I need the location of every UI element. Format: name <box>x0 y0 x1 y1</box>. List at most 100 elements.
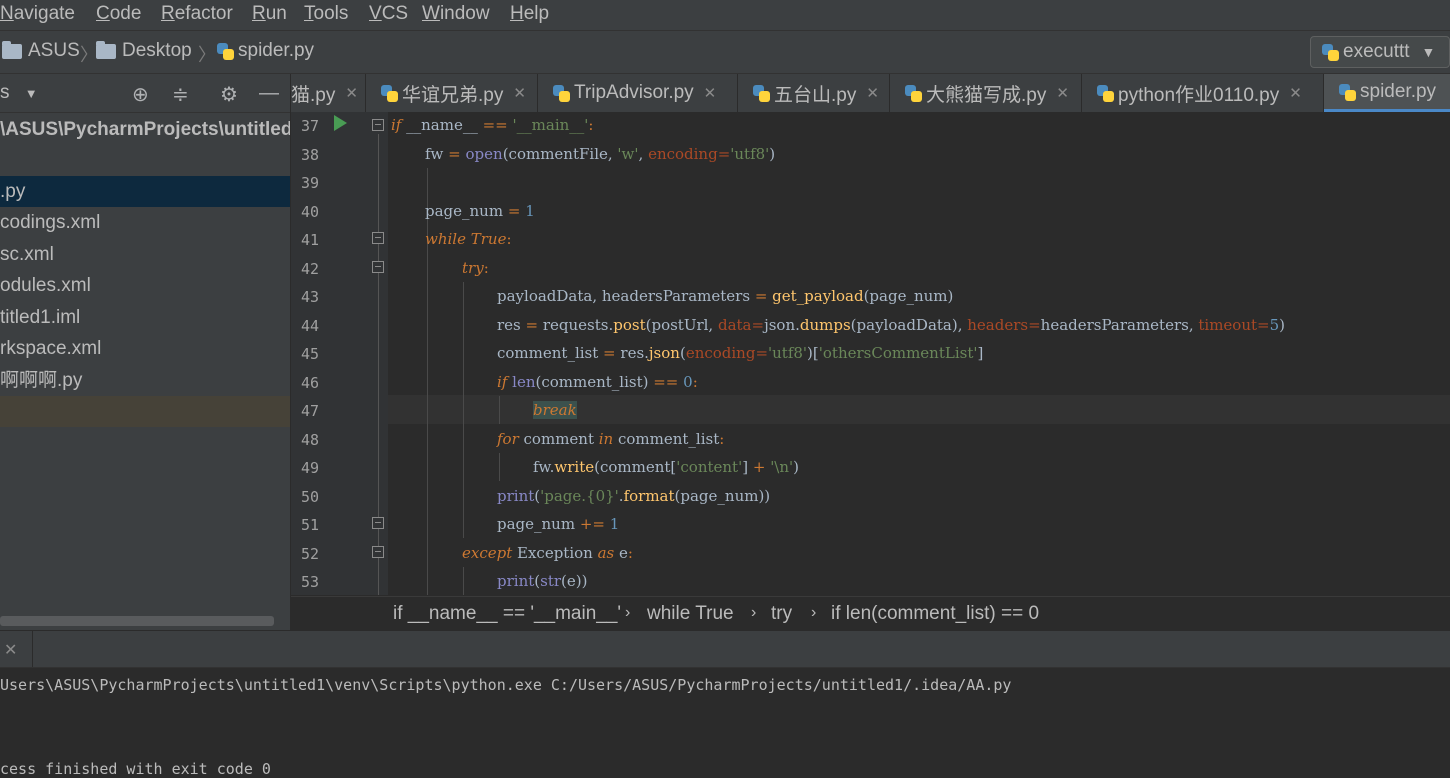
menu-tools[interactable]: Tools <box>304 3 348 25</box>
line-number: 53 <box>300 573 319 591</box>
breadcrumb-item[interactable]: try <box>771 603 792 625</box>
menu-bar: Navigate Code Refactor Run Tools VCS Win… <box>0 0 1450 31</box>
horizontal-scrollbar[interactable] <box>0 616 274 626</box>
code-line: payloadData, headersParameters = get_pay… <box>497 287 954 305</box>
nav-crumb-asus[interactable]: ASUS <box>2 40 80 62</box>
code-line: page_num = 1 <box>425 202 535 220</box>
close-icon[interactable]: ✕ <box>1289 84 1302 102</box>
code-line: for comment in comment_list: <box>497 430 725 448</box>
folder-icon <box>96 40 116 59</box>
indent-guide <box>463 567 464 595</box>
menu-vcs[interactable]: VCS <box>369 3 408 25</box>
python-file-icon <box>216 42 234 60</box>
console-command-line: Users\ASUS\PycharmProjects\untitled1\ven… <box>0 676 1012 694</box>
project-view-selector[interactable]: s ▼ <box>0 82 38 104</box>
tab-label: 五台山.py <box>774 84 857 106</box>
console-exit-message: cess finished with exit code 0 <box>0 760 271 778</box>
menu-window[interactable]: Window <box>422 3 490 25</box>
line-number: 37 <box>300 117 319 135</box>
python-file-icon <box>552 84 570 102</box>
nav-crumb-desktop[interactable]: Desktop <box>96 40 192 62</box>
project-tree-item[interactable]: .py <box>0 176 290 207</box>
menu-code[interactable]: Code <box>96 3 141 25</box>
tab-spider[interactable]: spider.py <box>1324 74 1450 112</box>
tab-python-homework[interactable]: python作业0110.py ✕ <box>1082 74 1324 112</box>
line-number: 47 <box>300 402 319 420</box>
project-tree: \ASUS\PycharmProjects\untitled .py codin… <box>0 113 291 630</box>
code-line: break <box>533 401 577 419</box>
tab-label: 华谊兄弟.py <box>402 84 504 106</box>
chevron-right-icon: › <box>751 604 757 621</box>
tab-tripadvisor[interactable]: TripAdvisor.py ✕ <box>538 74 738 112</box>
chevron-right-icon: 〉 <box>198 45 216 65</box>
indent-guide <box>499 453 500 481</box>
code-line: try: <box>462 259 489 277</box>
project-tree-item-highlighted[interactable] <box>0 396 290 427</box>
python-file-icon <box>1338 83 1356 101</box>
close-icon[interactable]: ✕ <box>4 640 17 660</box>
project-tree-item[interactable]: sc.xml <box>0 239 290 270</box>
line-number: 40 <box>300 203 319 221</box>
fold-marker-icon[interactable] <box>372 232 384 244</box>
project-tree-item[interactable]: rkspace.xml <box>0 333 290 364</box>
collapse-icon[interactable]: ≑ <box>172 82 189 107</box>
project-root[interactable]: \ASUS\PycharmProjects\untitled <box>0 114 290 145</box>
tab-mao[interactable]: 猫.py ✕ <box>291 74 366 112</box>
project-tree-item[interactable]: 啊啊啊.py <box>0 365 290 396</box>
close-icon[interactable]: ✕ <box>513 84 526 102</box>
code-line: if __name__ == '__main__': <box>391 116 594 134</box>
line-number: 44 <box>300 317 319 335</box>
menu-navigate[interactable]: Navigate <box>0 3 75 25</box>
dropdown-icon: ▼ <box>1421 44 1436 60</box>
close-icon[interactable]: ✕ <box>866 84 879 102</box>
indent-guide <box>463 282 464 538</box>
code-line: print('page.{0}'.format(page_num)) <box>497 487 771 505</box>
line-number: 41 <box>300 231 319 249</box>
menu-refactor[interactable]: Refactor <box>161 3 233 25</box>
chevron-right-icon: › <box>625 604 631 621</box>
line-number: 39 <box>300 174 319 192</box>
navigation-bar: ASUS 〉 Desktop 〉 spider.py <box>0 31 1450 74</box>
fold-marker-icon[interactable] <box>372 261 384 273</box>
breadcrumb-item[interactable]: if __name__ == '__main__' <box>393 603 621 625</box>
chevron-right-icon: › <box>811 604 817 621</box>
fold-marker-icon[interactable] <box>372 546 384 558</box>
project-tree-item[interactable]: codings.xml <box>0 207 290 238</box>
menu-run[interactable]: Run <box>252 3 287 25</box>
close-icon[interactable]: ✕ <box>1056 84 1069 102</box>
run-arrow-icon[interactable] <box>334 115 347 131</box>
run-output-console[interactable]: Users\ASUS\PycharmProjects\untitled1\ven… <box>0 668 1450 778</box>
line-number: 50 <box>300 488 319 506</box>
menu-help[interactable]: Help <box>510 3 549 25</box>
dropdown-icon: ▼ <box>24 86 38 101</box>
tab-label: 猫.py <box>291 84 336 106</box>
project-item-selected: .py <box>0 176 290 207</box>
target-icon[interactable]: ⊕ <box>132 82 149 107</box>
tab-huayi[interactable]: 华谊兄弟.py ✕ <box>366 74 538 112</box>
fold-marker-icon[interactable] <box>372 119 384 131</box>
divider <box>32 631 33 667</box>
line-number: 52 <box>300 545 319 563</box>
fold-marker-icon[interactable] <box>372 517 384 529</box>
editor-tab-bar: 猫.py ✕ 华谊兄弟.py ✕ TripAdvisor.py ✕ 五台山.py… <box>291 74 1450 113</box>
line-number: 46 <box>300 374 319 392</box>
minimize-icon[interactable]: — <box>259 82 279 105</box>
gear-icon[interactable]: ⚙ <box>220 82 238 107</box>
tab-label: python作业0110.py <box>1118 84 1280 106</box>
nav-crumb-file[interactable]: spider.py <box>216 40 314 62</box>
tab-wutaishan[interactable]: 五台山.py ✕ <box>738 74 890 112</box>
project-panel-header: s ▼ ⊕ ≑ ⚙ — <box>0 74 290 113</box>
tab-daxiongmao[interactable]: 大熊猫写成.py ✕ <box>890 74 1082 112</box>
python-file-icon <box>904 84 922 102</box>
close-icon[interactable]: ✕ <box>345 84 358 102</box>
project-tree-item[interactable]: titled1.iml <box>0 302 290 333</box>
breadcrumb-item[interactable]: if len(comment_list) == 0 <box>831 603 1039 625</box>
nav-crumb-label: spider.py <box>238 40 315 61</box>
python-file-icon <box>1096 84 1114 102</box>
line-number: 45 <box>300 345 319 363</box>
run-configuration-dropdown[interactable]: executtt ▼ <box>1310 36 1450 68</box>
close-icon[interactable]: ✕ <box>704 84 717 102</box>
breadcrumb-item[interactable]: while True <box>647 603 734 625</box>
project-tree-item[interactable]: odules.xml <box>0 270 290 301</box>
run-config-label: executtt <box>1343 41 1410 62</box>
